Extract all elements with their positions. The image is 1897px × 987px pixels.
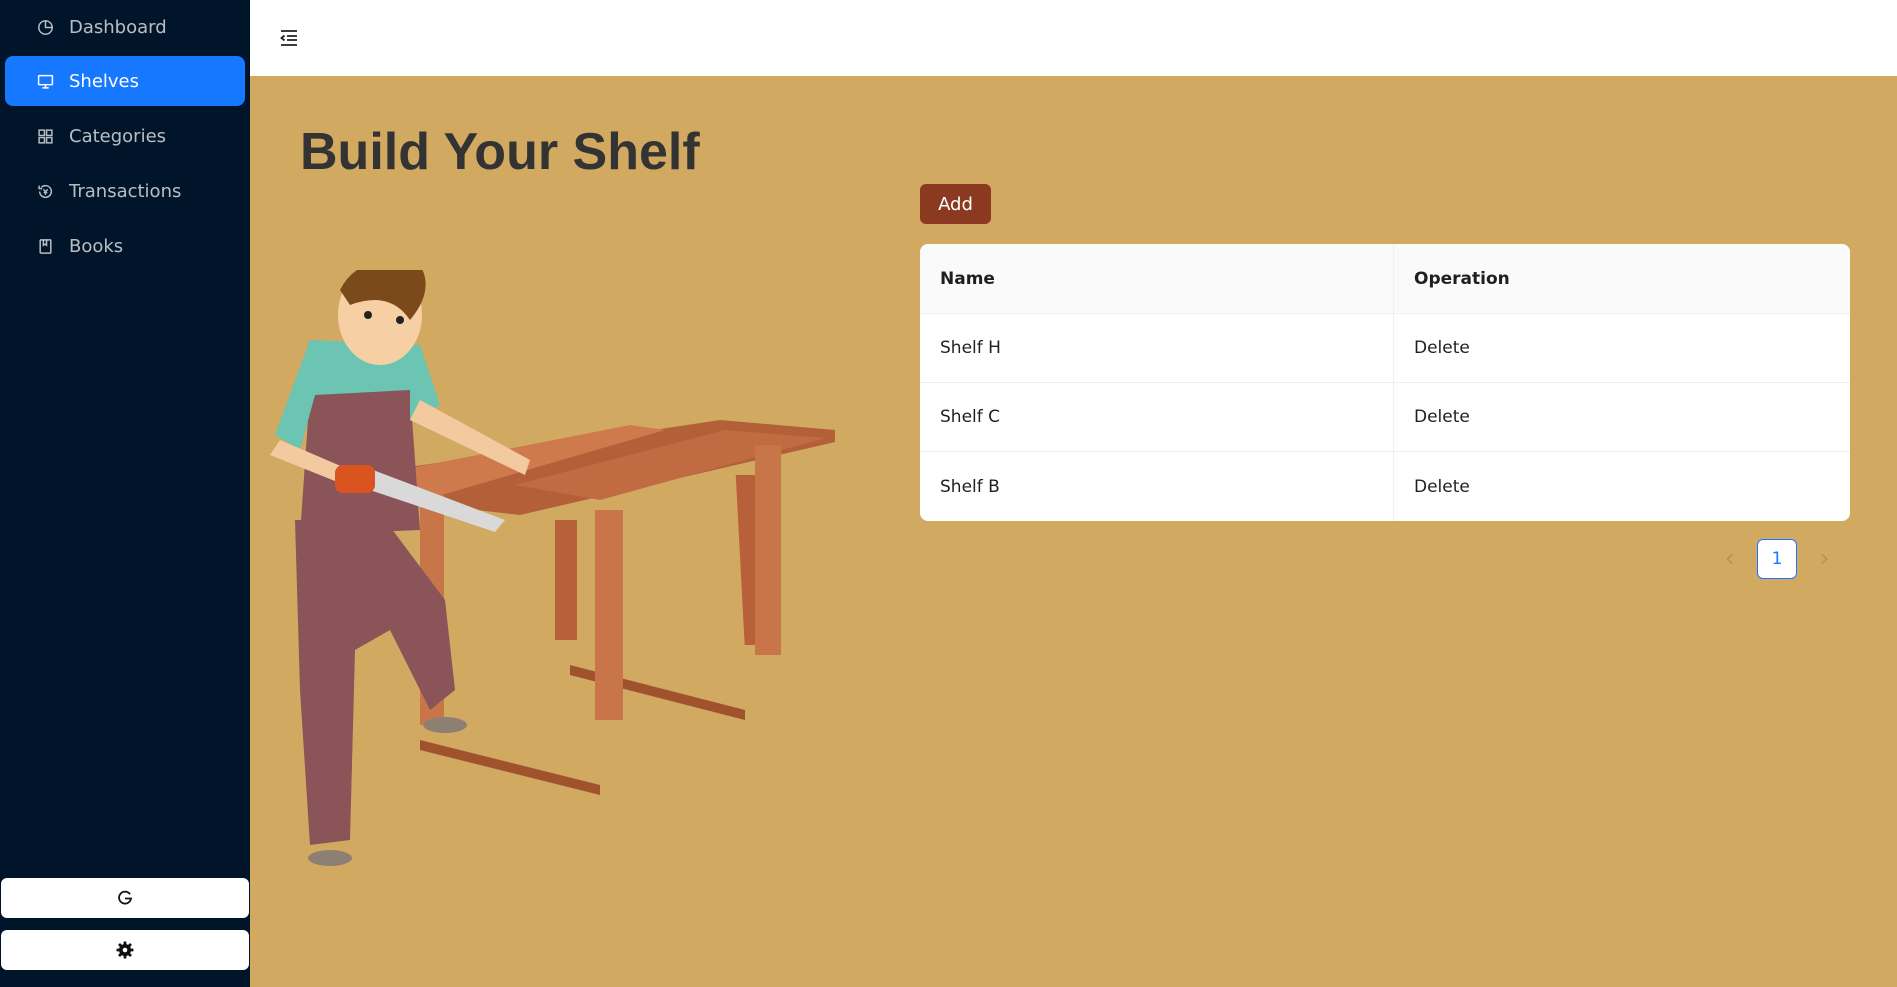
sidebar-item-label: Books (69, 235, 124, 257)
column-header-name: Name (920, 244, 1394, 313)
page-number-button[interactable]: 1 (1757, 539, 1797, 579)
table-row: Shelf C Delete (920, 383, 1850, 452)
sidebar-item-books[interactable]: Books (5, 221, 245, 271)
menu-fold-icon (280, 30, 297, 46)
sidebar: Dashboard Shelves Categories Transaction… (0, 0, 250, 987)
gear-icon (116, 941, 134, 959)
sidebar-item-categories[interactable]: Categories (5, 111, 245, 161)
delete-link[interactable]: Delete (1414, 477, 1470, 497)
add-button[interactable]: Add (920, 184, 991, 224)
delete-link[interactable]: Delete (1414, 338, 1470, 358)
sidebar-item-label: Categories (69, 125, 167, 147)
page-title: Build Your Shelf (300, 123, 700, 181)
shelves-table: Name Operation Shelf H Delete Shelf C De… (920, 244, 1850, 521)
shelf-name-cell: Shelf C (920, 383, 1394, 451)
chevron-left-icon (1726, 553, 1733, 565)
menu-fold-button[interactable] (278, 27, 300, 49)
column-header-operation: Operation (1414, 268, 1510, 289)
top-header (250, 0, 1897, 76)
shelf-name-cell: Shelf B (920, 452, 1394, 521)
delete-link[interactable]: Delete (1414, 407, 1470, 427)
google-icon (118, 890, 133, 905)
google-login-button[interactable] (1, 878, 249, 918)
desktop-icon (35, 71, 55, 91)
book-icon (35, 236, 55, 256)
next-page-button[interactable] (1809, 539, 1839, 579)
appstore-icon (35, 126, 55, 146)
pagination: 1 (1715, 539, 1839, 579)
sidebar-item-label: Dashboard (69, 16, 167, 38)
sidebar-item-dashboard[interactable]: Dashboard (5, 2, 245, 52)
table-header-row: Name Operation (920, 244, 1850, 314)
chevron-right-icon (1821, 553, 1828, 565)
transaction-icon (35, 181, 55, 201)
sidebar-item-transactions[interactable]: Transactions (5, 166, 245, 216)
sidebar-item-label: Transactions (69, 180, 182, 202)
table-row: Shelf H Delete (920, 314, 1850, 383)
table-row: Shelf B Delete (920, 452, 1850, 521)
settings-button[interactable] (1, 930, 249, 970)
sidebar-item-shelves[interactable]: Shelves (5, 56, 245, 106)
carpenter-illustration (270, 270, 835, 866)
prev-page-button[interactable] (1715, 539, 1745, 579)
pie-chart-icon (35, 17, 55, 37)
sidebar-item-label: Shelves (69, 70, 140, 92)
shelf-name-cell: Shelf H (920, 314, 1394, 382)
